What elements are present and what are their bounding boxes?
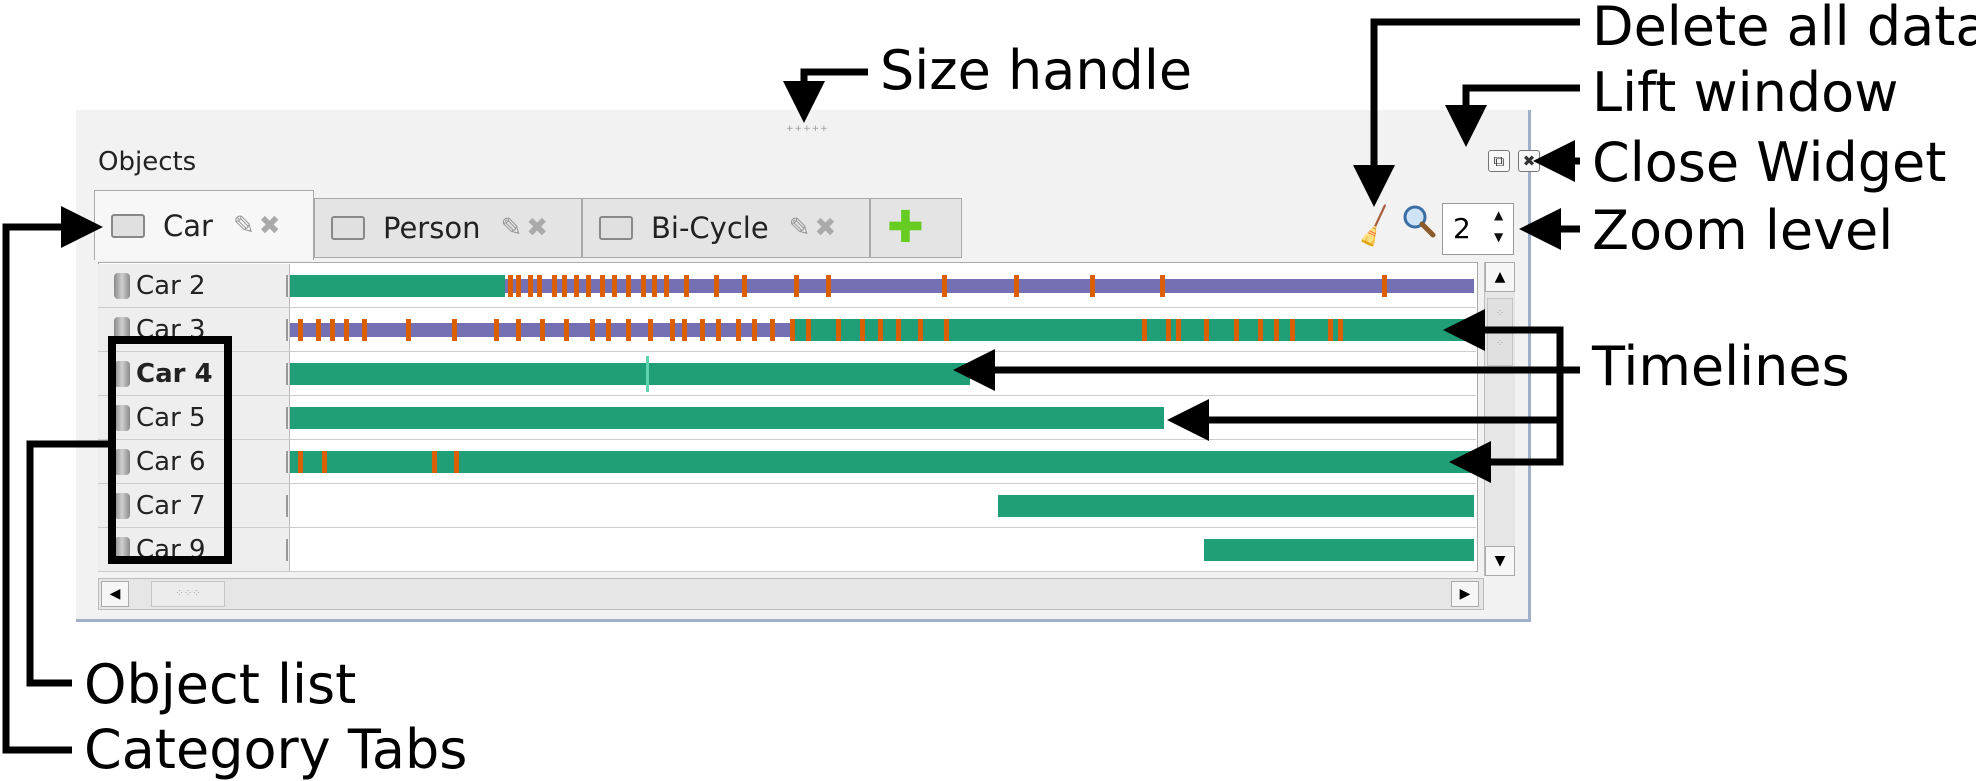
label-timelines: Timelines <box>1592 335 1850 398</box>
label-close-widget: Close Widget <box>1592 131 1947 194</box>
label-size-handle: Size handle <box>880 39 1193 102</box>
label-delete-all-data: Delete all data <box>1592 0 1976 58</box>
label-object-list: Object list <box>84 653 357 716</box>
label-zoom-level: Zoom level <box>1592 199 1894 262</box>
label-category-tabs: Category Tabs <box>84 718 468 781</box>
label-lift-window: Lift window <box>1592 61 1899 124</box>
